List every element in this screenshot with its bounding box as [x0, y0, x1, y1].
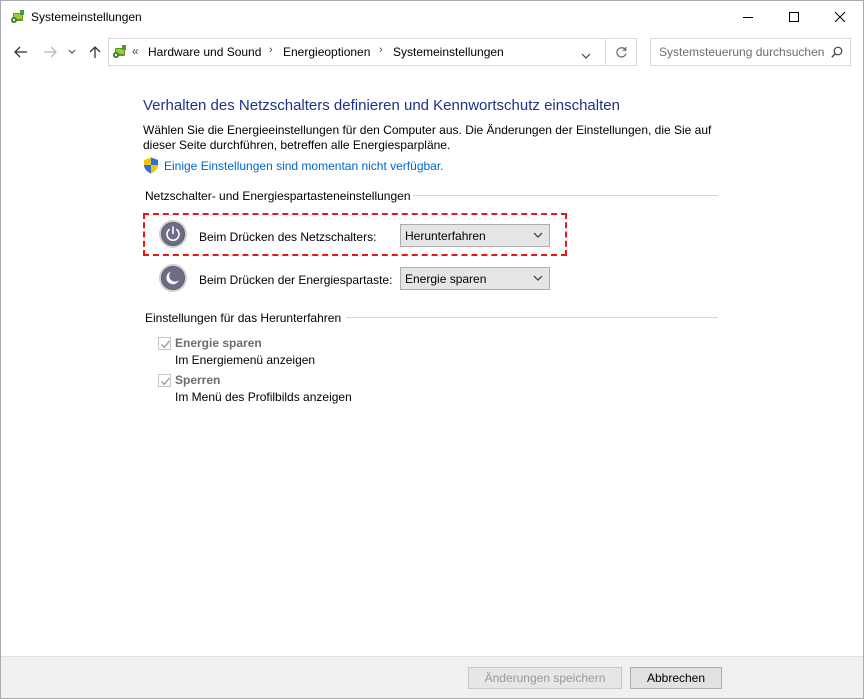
window: Systemeinstellungen « Hardware und Sound…: [0, 0, 864, 699]
chevron-down-icon: [533, 275, 543, 281]
refresh-icon: [616, 46, 627, 58]
footer-bar: Änderungen speichern Abbrechen: [1, 656, 863, 698]
lock-menu-checkbox[interactable]: [158, 374, 171, 387]
minimize-icon: [743, 16, 753, 18]
shutdown-group-title: Einstellungen für das Herunterfahren: [145, 311, 342, 325]
maximize-icon: [789, 11, 799, 22]
power-button-action-value: Herunterfahren: [405, 229, 486, 243]
page-description: Wählen Sie die Energieeinstellungen für …: [143, 123, 712, 152]
arrow-right-icon: [44, 46, 57, 58]
lock-menu-checkbox-description: Im Menü des Profilbilds anzeigen: [175, 390, 352, 404]
address-history-button[interactable]: [581, 48, 591, 62]
chevron-down-icon: [581, 53, 591, 59]
window-title: Systemeinstellungen: [31, 10, 142, 24]
refresh-button[interactable]: [607, 38, 637, 66]
minimize-button[interactable]: [725, 1, 771, 32]
control-panel-icon: [112, 44, 128, 60]
up-button[interactable]: [84, 40, 106, 64]
sleep-menu-checkbox-description: Im Energiemenü anzeigen: [175, 353, 316, 367]
control-panel-icon: [10, 9, 26, 25]
unavailable-settings-link-text[interactable]: Einige Einstellungen sind momentan nicht…: [164, 159, 444, 173]
lock-menu-checkbox-label: Sperren: [175, 373, 221, 387]
power-button-label: Beim Drücken des Netzschalters:: [199, 230, 377, 244]
search-box[interactable]: Systemsteuerung durchsuchen: [650, 38, 851, 66]
breadcrumb-power-options[interactable]: Energieoptionen: [283, 45, 370, 59]
checkmark-icon: [161, 340, 171, 349]
recent-locations-button[interactable]: [64, 40, 80, 64]
forward-button[interactable]: [39, 40, 61, 64]
sleep-menu-checkbox-label: Energie sparen: [175, 336, 262, 350]
breadcrumb-separator-icon[interactable]: ›: [269, 44, 273, 56]
power-button-action-select[interactable]: Herunterfahren: [400, 224, 550, 247]
group-divider: [413, 195, 718, 196]
navigation-bar: « Hardware und Sound › Energieoptionen ›…: [1, 32, 863, 72]
title-bar: Systemeinstellungen: [1, 1, 863, 32]
close-icon: [835, 11, 845, 22]
breadcrumb-hardware-and-sound[interactable]: Hardware und Sound: [148, 45, 261, 59]
power-button-icon: [159, 220, 187, 248]
sleep-button-action-value: Energie sparen: [405, 272, 487, 286]
arrow-left-icon: [14, 46, 27, 58]
sleep-button-icon: [159, 264, 187, 292]
breadcrumb-separator-icon[interactable]: ›: [379, 44, 383, 56]
save-changes-button[interactable]: Änderungen speichern: [468, 667, 622, 689]
group-divider: [346, 317, 718, 318]
sleep-button-label: Beim Drücken der Energiespartaste:: [199, 273, 393, 287]
arrow-up-icon: [89, 46, 101, 58]
address-bar[interactable]: « Hardware und Sound › Energieoptionen ›…: [108, 38, 606, 66]
breadcrumb-system-settings[interactable]: Systemeinstellungen: [393, 45, 504, 59]
close-button[interactable]: [817, 1, 863, 32]
maximize-button[interactable]: [771, 1, 817, 32]
back-button[interactable]: [10, 40, 32, 64]
search-icon: [831, 46, 843, 58]
search-placeholder: Systemsteuerung durchsuchen: [659, 45, 825, 59]
chevron-down-icon: [68, 49, 76, 54]
content-area: Verhalten des Netzschalters definieren u…: [1, 72, 863, 656]
uac-shield-icon: [144, 157, 158, 174]
sleep-menu-checkbox[interactable]: [158, 337, 171, 350]
chevron-down-icon: [533, 232, 543, 238]
breadcrumb-overflow[interactable]: «: [132, 44, 139, 58]
cancel-button[interactable]: Abbrechen: [630, 667, 722, 689]
sleep-button-action-select[interactable]: Energie sparen: [400, 267, 550, 290]
power-buttons-group-title: Netzschalter- und Energiespartasteneinst…: [145, 189, 411, 203]
page-heading: Verhalten des Netzschalters definieren u…: [143, 97, 620, 114]
checkmark-icon: [161, 377, 171, 386]
